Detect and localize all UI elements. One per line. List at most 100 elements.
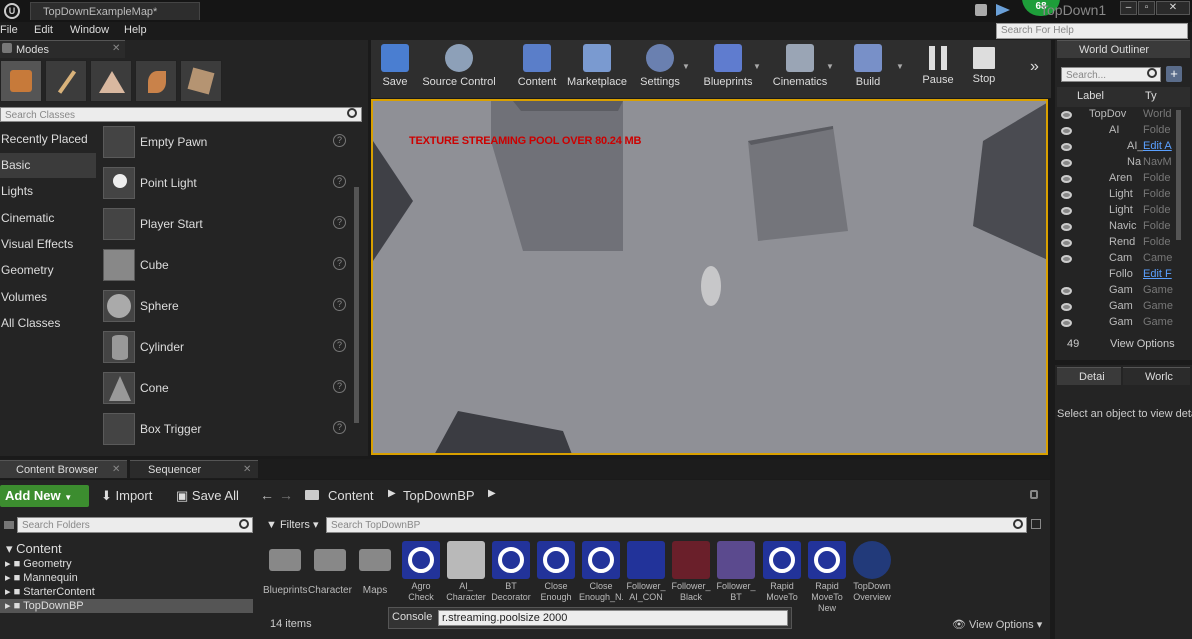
help-icon[interactable]: ? — [333, 175, 346, 188]
unreal-logo-icon[interactable]: U — [4, 3, 20, 19]
tab-world-outliner[interactable]: World Outliner — [1057, 40, 1190, 58]
close-tab-icon[interactable]: ✕ — [112, 43, 120, 54]
asset-tile[interactable]: Agro Check — [399, 541, 443, 603]
place-mode-icon[interactable] — [0, 60, 42, 102]
place-list-scrollbar[interactable] — [354, 187, 359, 423]
tab-modes[interactable]: Modes — [0, 40, 125, 58]
chevron-down-icon[interactable]: ▼ — [896, 62, 904, 71]
nav-back-icon[interactable]: ← — [260, 487, 274, 503]
place-item-sphere[interactable]: Sphere ? — [100, 286, 350, 326]
asset-tile[interactable]: Maps — [353, 541, 397, 596]
asset-tile[interactable]: Follower_ BT — [714, 541, 758, 603]
marketplace-button[interactable]: Marketplace — [565, 42, 629, 98]
maximize-button[interactable]: ▫ — [1138, 1, 1155, 15]
tab-sequencer[interactable]: Sequencer — [130, 460, 258, 478]
menu-edit[interactable]: Edit — [34, 24, 53, 36]
help-icon[interactable]: ? — [333, 339, 346, 352]
menu-window[interactable]: Window — [70, 24, 109, 36]
menu-help[interactable]: Help — [124, 24, 147, 36]
asset-tile[interactable]: Rapid MoveTo — [760, 541, 804, 603]
tab-content-browser[interactable]: Content Browser — [0, 460, 127, 478]
visibility-eye-icon[interactable] — [1061, 175, 1072, 183]
asset-tile[interactable]: Character — [308, 541, 352, 596]
visibility-eye-icon[interactable] — [1061, 223, 1072, 231]
add-outliner-icon[interactable]: + — [1166, 66, 1182, 82]
blueprints-button[interactable]: Blueprints ▼ — [698, 42, 761, 98]
outliner-search-input[interactable]: Search... — [1061, 67, 1161, 82]
tree-geometry[interactable]: ▸ ■ Geometry — [5, 557, 72, 570]
outliner-row[interactable]: TopDov World — [1057, 108, 1192, 124]
search-help-input[interactable]: Search For Help — [996, 23, 1188, 39]
help-icon[interactable]: ? — [333, 216, 346, 229]
outliner-row[interactable]: Rend Folde — [1057, 236, 1192, 252]
content-view-options[interactable]: 👁 View Options ▾ — [952, 618, 1042, 631]
tree-mannequin[interactable]: ▸ ■ Mannequin — [5, 571, 78, 584]
paint-mode-icon[interactable] — [45, 60, 87, 102]
category-all-classes[interactable]: All Classes — [0, 311, 96, 336]
outliner-col-type[interactable]: Ty — [1145, 90, 1157, 102]
visibility-eye-icon[interactable] — [1061, 143, 1072, 151]
outliner-row[interactable]: Light Folde — [1057, 204, 1192, 220]
help-icon[interactable]: ? — [333, 134, 346, 147]
source-control-button[interactable]: Source Control — [419, 42, 499, 98]
category-lights[interactable]: Lights — [0, 179, 96, 204]
import-button[interactable]: ⬇ Import — [101, 488, 152, 504]
save-button[interactable]: Save — [365, 42, 425, 98]
tree-content[interactable]: ▾ Content — [6, 541, 62, 557]
nav-forward-icon[interactable]: → — [279, 487, 293, 503]
stop-button[interactable]: Stop — [954, 42, 1014, 98]
map-document-tab[interactable]: TopDownExampleMap* — [30, 2, 200, 20]
help-icon[interactable]: ? — [333, 380, 346, 393]
help-icon[interactable]: ? — [333, 421, 346, 434]
asset-tile[interactable]: Rapid MoveTo New — [805, 541, 849, 614]
outliner-row[interactable]: Cam Came — [1057, 252, 1192, 268]
console-input[interactable]: r.streaming.poolsize 2000 — [438, 610, 788, 626]
toolbar-overflow-icon[interactable]: » — [1030, 58, 1039, 76]
search-classes-input[interactable]: Search Classes — [0, 107, 362, 122]
notification-icon[interactable] — [975, 4, 987, 16]
minimize-button[interactable]: – — [1120, 1, 1137, 15]
visibility-eye-icon[interactable] — [1061, 207, 1072, 215]
place-item-cone[interactable]: Cone ? — [100, 368, 350, 408]
landscape-mode-icon[interactable] — [90, 60, 132, 102]
close-tab-icon[interactable]: ✕ — [243, 464, 251, 475]
save-all-button[interactable]: ▣ Save All — [176, 488, 239, 504]
chevron-down-icon[interactable]: ▼ — [753, 62, 761, 71]
content-button[interactable]: Content — [507, 42, 567, 98]
asset-tile[interactable]: BT Decorator — [489, 541, 533, 603]
visibility-eye-icon[interactable] — [1061, 303, 1072, 311]
tab-details[interactable]: Detai — [1057, 367, 1121, 385]
foliage-mode-icon[interactable] — [135, 60, 177, 102]
tree-startercontent[interactable]: ▸ ■ StarterContent — [5, 585, 95, 598]
geometry-mode-icon[interactable] — [180, 60, 222, 102]
asset-tile[interactable]: AI_ Character — [444, 541, 488, 603]
place-item-box-trigger[interactable]: Box Trigger ? — [100, 409, 350, 449]
outliner-row[interactable]: AI Folde — [1057, 124, 1192, 140]
category-cinematic[interactable]: Cinematic — [0, 206, 96, 231]
outliner-row[interactable]: Light Folde — [1057, 188, 1192, 204]
close-button[interactable]: ✕ — [1156, 1, 1190, 15]
category-recently-placed[interactable]: Recently Placed — [0, 127, 96, 152]
category-basic[interactable]: Basic — [0, 153, 96, 178]
close-tab-icon[interactable]: ✕ — [112, 464, 120, 475]
place-item-point-light[interactable]: Point Light ? — [100, 163, 350, 203]
help-icon[interactable]: ? — [333, 257, 346, 270]
outliner-row[interactable]: Na NavM — [1057, 156, 1192, 172]
visibility-eye-icon[interactable] — [1061, 239, 1072, 247]
visibility-eye-icon[interactable] — [1061, 127, 1072, 135]
place-item-cube[interactable]: Cube ? — [100, 245, 350, 285]
breadcrumb-content[interactable]: Content — [328, 488, 374, 503]
settings-button[interactable]: Settings ▼ — [630, 42, 690, 98]
asset-tile[interactable]: Follower_ AI_CON — [624, 541, 668, 603]
outliner-view-options[interactable]: View Options — [1110, 338, 1175, 350]
category-visual-effects[interactable]: Visual Effects — [0, 232, 96, 257]
save-search-icon[interactable] — [1031, 519, 1041, 529]
chevron-down-icon[interactable]: ▼ — [682, 62, 690, 71]
outliner-row[interactable]: Gam Game — [1057, 316, 1192, 332]
filters-button[interactable]: ▼ Filters ▾ — [266, 518, 318, 531]
visibility-eye-icon[interactable] — [1061, 255, 1072, 263]
outliner-scrollbar[interactable] — [1176, 110, 1181, 240]
cinematics-button[interactable]: Cinematics ▼ — [770, 42, 834, 98]
outliner-row[interactable]: Aren Folde — [1057, 172, 1192, 188]
visibility-eye-icon[interactable] — [1061, 111, 1072, 119]
